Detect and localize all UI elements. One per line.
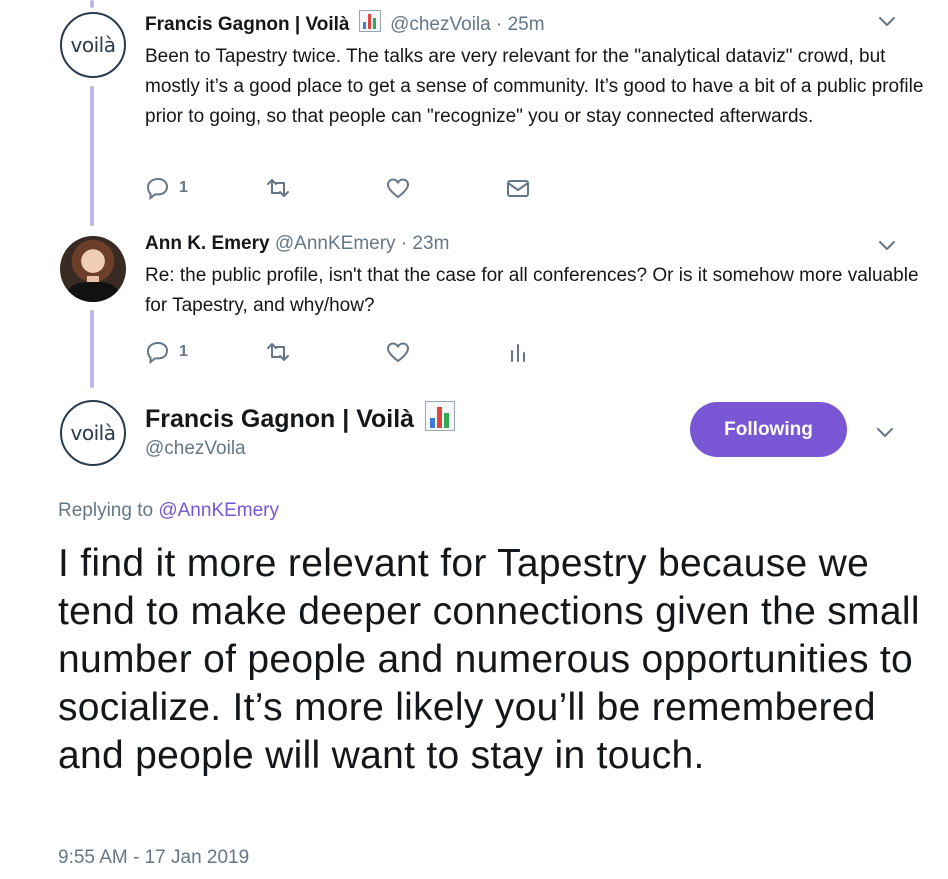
reply-icon [146,177,169,201]
author-handle[interactable]: @AnnKEmery [275,233,396,254]
tweet-header: Ann K. Emery @AnnKEmery · 23m [145,233,928,255]
tweet-header: Francis Gagnon | Voilà @chezVoila · 25m [145,10,928,36]
tweet-actions: 1 [145,175,625,201]
like-button[interactable] [385,339,505,365]
reply-count: 1 [179,179,188,196]
reply-button[interactable]: 1 [145,175,265,201]
replying-mention-link[interactable]: @AnnKEmery [158,500,279,521]
tweet-time[interactable]: · 25m [496,14,545,35]
bar-chart-emoji-icon [425,401,456,431]
tweet-time[interactable]: · 23m [401,233,450,254]
main-tweet-text: I find it more relevant for Tapestry bec… [58,542,920,777]
chevron-down-icon[interactable] [876,10,898,32]
avatar[interactable]: voilà [60,12,126,78]
tweet-1[interactable]: Francis Gagnon | Voilà @chezVoila · 25m … [145,10,928,132]
author-name[interactable]: Francis Gagnon | Voilà [145,14,350,35]
retweet-button[interactable] [265,175,385,201]
chevron-down-icon[interactable] [876,234,898,256]
tweet-text: Re: the public profile, isn't that the c… [145,265,919,316]
avatar[interactable] [60,236,126,302]
replying-prefix: Replying to [58,500,154,521]
tweet-2[interactable]: Ann K. Emery @AnnKEmery · 23m Re: the pu… [145,233,928,321]
avatar-logo-text: voilà [70,421,116,445]
main-author-handle[interactable]: @chezVoila [145,438,246,460]
avatar-photo-detail [68,282,118,302]
tweet-actions: 1 [145,339,625,365]
avatar-logo-text: voilà [70,33,116,57]
chevron-down-icon[interactable] [874,421,896,443]
main-author-name[interactable]: Francis Gagnon | Voilà [145,401,459,434]
reply-button[interactable]: 1 [145,339,265,365]
analytics-icon [511,344,525,362]
retweet-icon [267,343,289,361]
author-handle[interactable]: @chezVoila [390,14,491,35]
retweet-button[interactable] [265,339,385,365]
author-name[interactable]: Francis Gagnon | Voilà [145,405,414,433]
author-name[interactable]: Ann K. Emery [145,233,270,254]
bar-chart-emoji-icon [358,10,381,32]
avatar[interactable]: voilà [60,400,126,466]
retweet-icon [267,179,289,197]
replying-to: Replying to @AnnKEmery [58,500,279,522]
thread-line-top [90,0,94,8]
tweet-text: Been to Tapestry twice. The talks are ve… [145,46,924,127]
reply-icon [146,341,169,365]
message-icon [507,180,529,197]
like-icon [386,178,410,199]
tweet-timestamp[interactable]: 9:55 AM - 17 Jan 2019 [58,847,249,869]
like-icon [386,342,410,363]
direct-message-button[interactable] [505,175,625,201]
thread-line-2 [90,310,94,388]
reply-count: 1 [179,343,188,360]
following-button[interactable]: Following [690,402,847,457]
thread-line-1 [90,86,94,226]
analytics-button[interactable] [505,339,625,365]
like-button[interactable] [385,175,505,201]
